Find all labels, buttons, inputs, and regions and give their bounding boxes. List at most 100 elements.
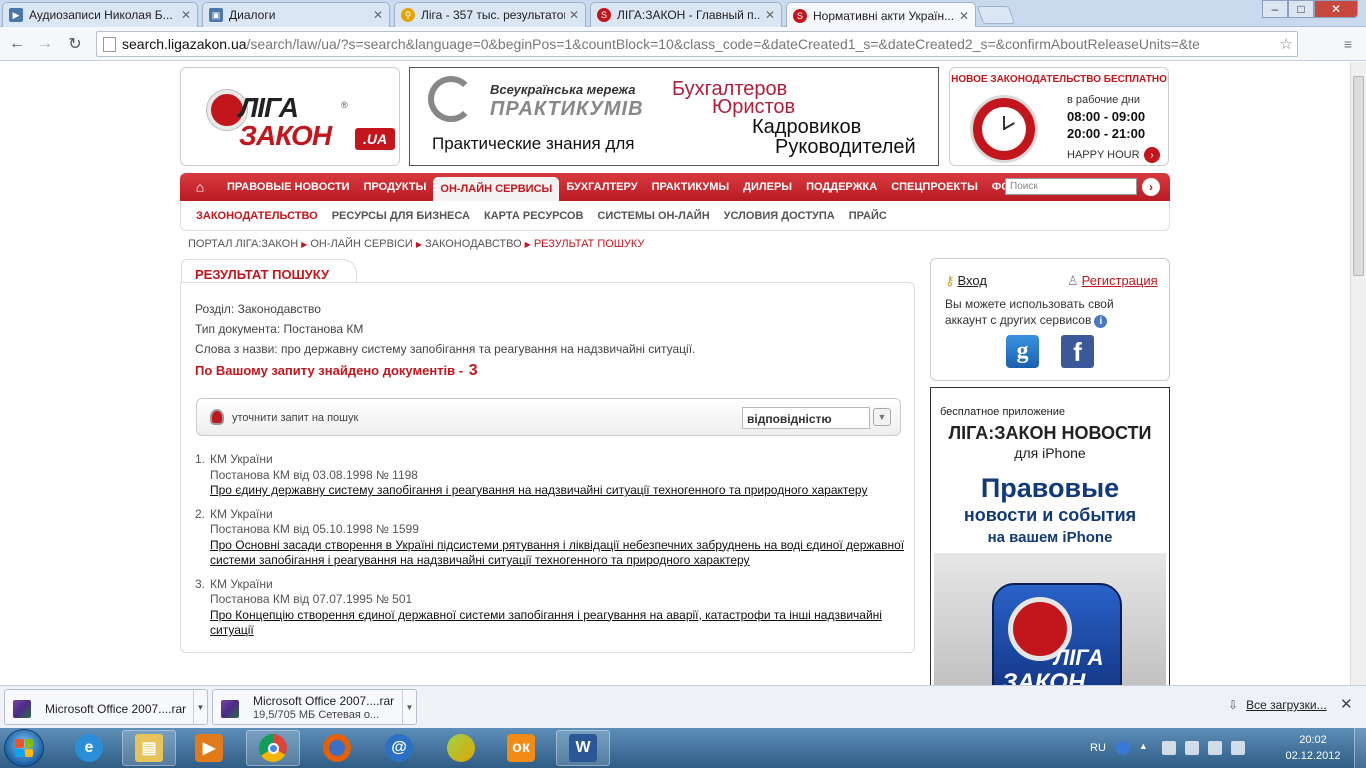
subnav-item-price[interactable]: ПРАЙС [842, 210, 894, 222]
new-tab-button[interactable] [976, 6, 1016, 24]
login-text: Вы можете использовать свой аккаунт с др… [945, 296, 1145, 328]
taskbar-explorer[interactable]: ▤ [122, 730, 176, 766]
taskbar-chrome[interactable] [246, 730, 300, 766]
language-indicator[interactable]: RU [1090, 742, 1106, 754]
close-window-button[interactable]: ✕ [1314, 0, 1358, 18]
menu-icon[interactable]: ≡ [1344, 36, 1352, 52]
scrollbar-thumb[interactable] [1353, 76, 1364, 276]
tab-close-icon[interactable]: ✕ [569, 8, 579, 22]
download-item[interactable]: Microsoft Office 2007....rar ▼ [4, 689, 208, 725]
login-label: Вход [957, 273, 987, 288]
browser-tab[interactable]: ▶ Аудиозаписи Николая Б... ✕ [2, 2, 198, 27]
nav-item-accountant[interactable]: БУХГАЛТЕРУ [559, 173, 644, 201]
page-viewport: ЛІГА ® ЗАКОН .UA Всеукраїнська мережа ПР… [0, 62, 1350, 685]
taskbar-ie[interactable]: e [62, 730, 116, 766]
site-logo[interactable]: ЛІГА ® ЗАКОН .UA [180, 67, 400, 166]
breadcrumb-item[interactable]: ОН-ЛАЙН СЕРВІСИ [310, 238, 413, 250]
subnav-item-access-terms[interactable]: УСЛОВИЯ ДОСТУПА [717, 210, 842, 222]
item-title-link[interactable]: Про Основні засади створення в Україні п… [210, 538, 904, 568]
item-title-link[interactable]: Про єдину державну систему запобігання і… [210, 483, 867, 497]
close-downloads-button[interactable]: ✕ [1340, 695, 1353, 713]
back-button[interactable]: ← [6, 33, 28, 55]
refine-search-link[interactable]: уточнити запит на пошук [232, 412, 358, 424]
item-title-link[interactable]: Про Концепцію створення єдиної державної… [210, 608, 882, 638]
tab-close-icon[interactable]: ✕ [181, 8, 191, 22]
subnav-item-resource-map[interactable]: КАРТА РЕСУРСОВ [477, 210, 590, 222]
all-downloads-link[interactable]: ⇩ Все загрузки... [1228, 698, 1327, 712]
site-search-input[interactable]: Поиск [1005, 178, 1137, 195]
user-add-icon: ♙ [1067, 273, 1079, 288]
page-scrollbar[interactable] [1350, 62, 1366, 685]
download-item[interactable]: Microsoft Office 2007....rar 19,5/705 МБ… [212, 689, 417, 725]
volume-icon[interactable] [1230, 741, 1245, 755]
breadcrumb-item[interactable]: ЗАКОНОДАВСТВО [425, 238, 522, 250]
browser-tab-active[interactable]: S Нормативні акти Україн... ✕ [786, 2, 976, 28]
practicum-banner[interactable]: Всеукраїнська мережа ПРАКТИКУМІВ Практич… [409, 67, 939, 166]
chevron-down-icon[interactable]: ▼ [193, 690, 207, 724]
iphone-app-promo[interactable]: бесплатное приложение ЛІГА:ЗАКОН НОВОСТИ… [930, 387, 1170, 685]
browser-tab[interactable]: ▣ Диалоги ✕ [202, 2, 390, 27]
taskbar-firefox[interactable] [310, 730, 364, 766]
help-icon[interactable] [1115, 741, 1130, 755]
taskbar-odnoklassniki[interactable]: ок [494, 730, 548, 766]
nav-item-legal-news[interactable]: ПРАВОВЫЕ НОВОСТИ [220, 173, 357, 201]
info-icon[interactable]: i [1094, 315, 1108, 328]
chevron-down-icon[interactable]: ▼ [873, 408, 891, 426]
sub-nav: ЗАКОНОДАТЕЛЬСТВО РЕСУРСЫ ДЛЯ БИЗНЕСА КАР… [180, 201, 1170, 231]
nav-item-practicums[interactable]: ПРАКТИКУМЫ [645, 173, 737, 201]
nav-item-support[interactable]: ПОДДЕРЖКА [799, 173, 884, 201]
taskbar-app[interactable] [434, 730, 488, 766]
register-link[interactable]: ♙ Регистрация [1067, 273, 1158, 289]
taskbar-media-player[interactable]: ▶ [182, 730, 236, 766]
nav-item-products[interactable]: ПРОДУКТЫ [357, 173, 434, 201]
address-bar[interactable]: search.ligazakon.ua/search/law/ua/?s=sea… [96, 31, 1298, 57]
tray-clock[interactable]: 20:02 02.12.2012 [1282, 732, 1344, 764]
happy-hour-title: НОВОЕ ЗАКОНОДАТЕЛЬСТВО БЕСПЛАТНО [951, 74, 1167, 85]
chevron-down-icon[interactable]: ▼ [402, 690, 416, 724]
tray-expand-icon[interactable]: ▲ [1139, 741, 1153, 755]
reload-button[interactable]: ↻ [64, 33, 86, 55]
item-issuer: КМ України [210, 506, 273, 521]
app-icon-text: ЗАКОН [1002, 669, 1086, 685]
tab-title: Аудиозаписи Николая Б... [29, 8, 173, 22]
subnav-item-business-resources[interactable]: РЕСУРСЫ ДЛЯ БИЗНЕСА [325, 210, 477, 222]
nav-item-online-services[interactable]: ОН-ЛАЙН СЕРВИСЫ [433, 177, 560, 201]
list-item: 3. КМ України Постанова КМ від 07.07.199… [195, 577, 905, 639]
tab-title: Ліга - 357 тыс. результатов [421, 8, 565, 22]
flag-icon[interactable] [1184, 741, 1199, 755]
search-doc-type: Тип документа: Постанова КМ [195, 322, 364, 336]
network-icon[interactable] [1161, 741, 1176, 755]
tab-close-icon[interactable]: ✕ [373, 8, 383, 22]
facebook-login-button[interactable]: f [1061, 335, 1094, 368]
start-button[interactable] [4, 729, 44, 767]
home-icon[interactable]: ⌂ [180, 173, 220, 201]
google-login-button[interactable]: g [1006, 335, 1039, 368]
sort-select[interactable]: відповідністю [742, 407, 870, 429]
happy-hour-time: 08:00 - 09:00 [1067, 109, 1146, 124]
minimize-button[interactable]: – [1262, 0, 1288, 18]
item-number: 3. [195, 576, 206, 591]
happy-hour-promo[interactable]: НОВОЕ ЗАКОНОДАТЕЛЬСТВО БЕСПЛАТНО в рабоч… [949, 67, 1169, 166]
login-link[interactable]: ⚷ Вход [945, 273, 987, 289]
download-name: Microsoft Office 2007....rar [253, 694, 395, 708]
login-text-body: Вы можете использовать свой аккаунт с др… [945, 297, 1114, 327]
promo-phone-image: ЛІГА ЗАКОН [934, 553, 1166, 685]
tab-close-icon[interactable]: ✕ [959, 9, 969, 23]
search-go-button[interactable]: › [1142, 178, 1160, 196]
subnav-item-legislation[interactable]: ЗАКОНОДАТЕЛЬСТВО [189, 210, 325, 222]
show-desktop-button[interactable] [1354, 728, 1366, 768]
power-icon[interactable] [1207, 741, 1222, 755]
taskbar-word[interactable]: W [556, 730, 610, 766]
nav-item-special-projects[interactable]: СПЕЦПРОЕКТЫ [884, 173, 985, 201]
breadcrumb-item[interactable]: ПОРТАЛ ЛІГА:ЗАКОН [188, 238, 298, 250]
taskbar-mail[interactable]: @ [372, 730, 426, 766]
nav-item-dealers[interactable]: ДИЛЕРЫ [736, 173, 799, 201]
tab-close-icon[interactable]: ✕ [765, 8, 775, 22]
browser-tab[interactable]: ⚲ Ліга - 357 тыс. результатов ✕ [394, 2, 586, 27]
browser-tab[interactable]: S ЛІГА:ЗАКОН - Главный п... ✕ [590, 2, 782, 27]
happy-hour-arrow-button[interactable]: › [1144, 147, 1160, 163]
bookmark-star-icon[interactable]: ☆ [1279, 35, 1293, 53]
maximize-button[interactable]: □ [1288, 0, 1314, 18]
subnav-item-online-systems[interactable]: СИСТЕМЫ ОН-ЛАЙН [590, 210, 716, 222]
forward-button[interactable]: → [34, 33, 56, 55]
